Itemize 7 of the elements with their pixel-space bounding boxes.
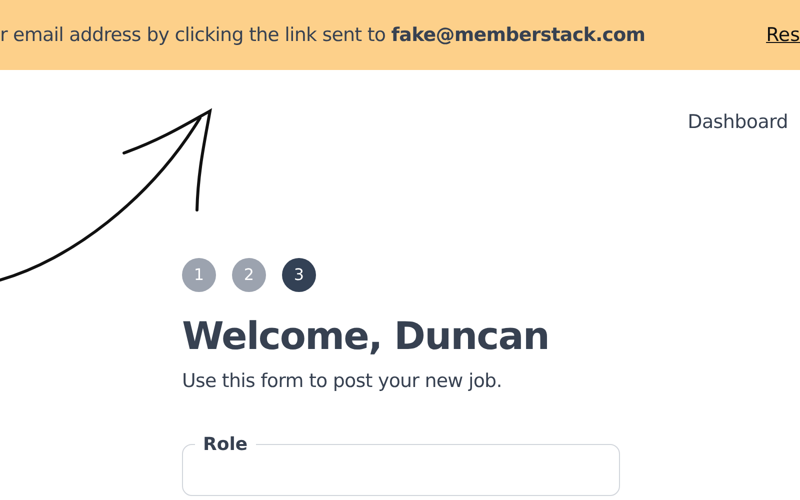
role-legend: Role [195, 436, 256, 454]
verification-message: r email address by clicking the link sent to fake@memberstack.com [0, 22, 646, 48]
welcome-heading: Welcome, Duncan [182, 314, 550, 360]
step-indicator[interactable]: 3 [282, 258, 316, 292]
form-description: Use this form to post your new job. [182, 369, 503, 394]
nav-link[interactable]: Dashboard [688, 108, 788, 136]
resend-link[interactable]: Res [766, 20, 800, 50]
